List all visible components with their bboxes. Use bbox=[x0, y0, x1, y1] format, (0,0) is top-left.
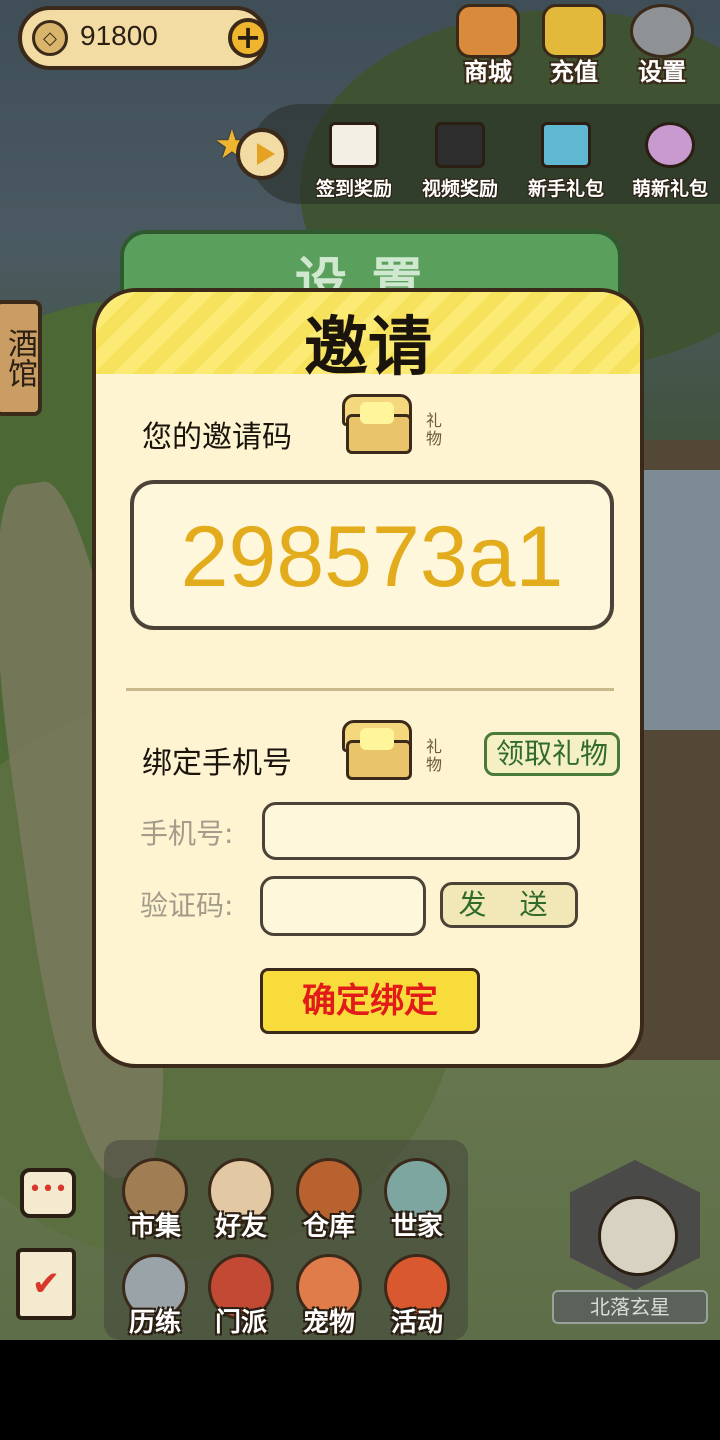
coin-bar: ◇ 91800 + bbox=[18, 6, 268, 70]
menu-market[interactable]: 市集 bbox=[112, 1158, 198, 1243]
menu-storage-label: 仓库 bbox=[302, 1212, 355, 1242]
menu-pets-label: 宠物 bbox=[302, 1308, 355, 1338]
video-reward-button[interactable]: 视频奖励 bbox=[410, 122, 510, 201]
menu-family[interactable]: 世家 bbox=[374, 1158, 460, 1243]
dialog-title: 邀请 bbox=[304, 311, 432, 385]
menu-sect[interactable]: 门派 bbox=[198, 1254, 284, 1339]
menu-storage[interactable]: 仓库 bbox=[286, 1158, 372, 1243]
confirm-bind-button[interactable]: 确定绑定 bbox=[260, 968, 480, 1034]
tavern-sign[interactable]: 酒馆 bbox=[0, 300, 42, 416]
player-name: 北落玄星 bbox=[552, 1290, 708, 1324]
menu-friends[interactable]: 好友 bbox=[198, 1158, 284, 1243]
settings-label: 设置 bbox=[638, 58, 686, 86]
menu-sect-label: 门派 bbox=[214, 1308, 267, 1338]
signin-reward-label: 签到奖励 bbox=[315, 178, 392, 200]
coin-value: 91800 bbox=[80, 20, 158, 51]
cute-gift-label: 萌新礼包 bbox=[631, 178, 708, 200]
menu-training-label: 历练 bbox=[128, 1308, 181, 1338]
gift-label: 礼物 bbox=[426, 737, 443, 774]
phone-label: 手机号: bbox=[140, 817, 234, 850]
menu-training[interactable]: 历练 bbox=[112, 1254, 198, 1339]
calendar-icon bbox=[329, 122, 379, 168]
invite-code-box: 298573a1 bbox=[130, 480, 614, 630]
invite-dialog: 邀请 您的邀请码 礼物 298573a1 绑定手机号 礼物 领取礼物 手机号: … bbox=[92, 288, 644, 1068]
diamond-coin-icon: ◇ bbox=[32, 20, 68, 56]
play-video-button[interactable] bbox=[236, 128, 288, 180]
send-code-button[interactable]: 发 送 bbox=[440, 882, 578, 928]
recharge-button[interactable]: 充值 bbox=[532, 0, 616, 90]
menu-pets[interactable]: 宠物 bbox=[286, 1254, 372, 1339]
settings-button[interactable]: 设置 bbox=[620, 0, 704, 90]
menu-friends-label: 好友 bbox=[214, 1212, 267, 1242]
signin-reward-button[interactable]: 签到奖励 bbox=[304, 122, 404, 201]
navigation-bar-area bbox=[0, 1340, 720, 1440]
phone-input[interactable] bbox=[262, 802, 580, 860]
chat-bubble-icon: ••• bbox=[28, 1177, 68, 1202]
verify-code-input[interactable] bbox=[260, 876, 426, 936]
shop-label: 商城 bbox=[464, 58, 512, 86]
bind-phone-label: 绑定手机号 bbox=[142, 746, 292, 781]
menu-events[interactable]: 活动 bbox=[374, 1254, 460, 1339]
checkmark-icon: ✔ bbox=[31, 1264, 61, 1304]
invite-code: 298573a1 bbox=[180, 509, 564, 605]
dialog-header: 邀请 bbox=[96, 292, 640, 385]
divider bbox=[126, 688, 614, 691]
shop-bag-icon bbox=[456, 4, 520, 58]
add-coins-button[interactable]: + bbox=[228, 18, 268, 58]
game-scene: ◇ 91800 + 商城 充值 设置 ★ 签到奖励 视频奖励 新手礼包 萌新礼包… bbox=[0, 0, 720, 1340]
clapperboard-icon bbox=[435, 122, 485, 168]
menu-events-label: 活动 bbox=[390, 1308, 443, 1338]
claim-gift-button[interactable]: 领取礼物 bbox=[484, 732, 620, 776]
menu-market-label: 市集 bbox=[128, 1212, 181, 1242]
cute-gift-button[interactable]: 萌新礼包 bbox=[620, 122, 720, 201]
chat-button[interactable]: ••• bbox=[20, 1168, 76, 1218]
menu-family-label: 世家 bbox=[390, 1212, 443, 1242]
gift-chest-icon bbox=[340, 718, 414, 780]
verify-code-label: 验证码: bbox=[140, 889, 234, 922]
gift-label: 礼物 bbox=[426, 411, 443, 448]
gear-icon bbox=[630, 4, 694, 58]
video-reward-label: 视频奖励 bbox=[421, 178, 498, 200]
recharge-gold-icon bbox=[542, 4, 606, 58]
newbie-gift-label: 新手礼包 bbox=[527, 178, 604, 200]
recharge-label: 充值 bbox=[550, 58, 598, 86]
invite-code-label: 您的邀请码 bbox=[142, 420, 292, 455]
task-button[interactable]: ✔ bbox=[16, 1248, 76, 1320]
newbie-gift-button[interactable]: 新手礼包 bbox=[516, 122, 616, 201]
avatar[interactable] bbox=[598, 1196, 678, 1276]
chest-icon bbox=[541, 122, 591, 168]
gift-chest-icon bbox=[340, 392, 414, 454]
shop-button[interactable]: 商城 bbox=[446, 0, 530, 90]
character-icon bbox=[645, 122, 695, 168]
